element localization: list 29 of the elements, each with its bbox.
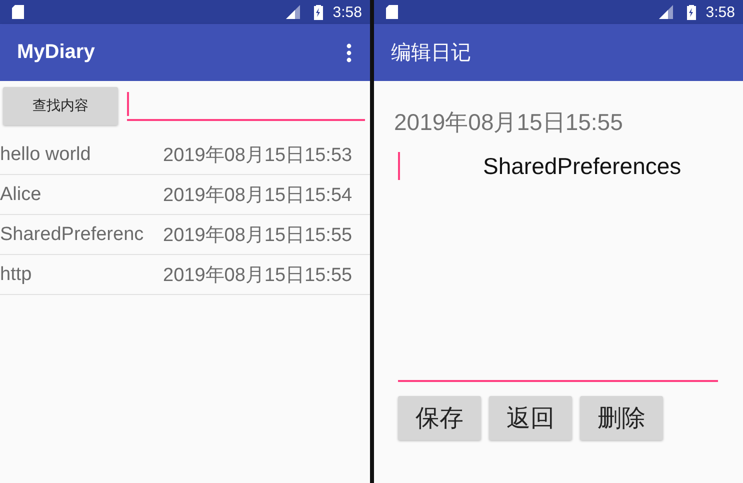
search-button[interactable]: 查找内容 (3, 87, 118, 125)
action-button[interactable]: 删除 (580, 396, 663, 440)
signal-icon (284, 4, 302, 20)
sd-card-icon (386, 5, 398, 19)
diary-content-field[interactable]: SharedPreferences (398, 152, 718, 382)
diary-title: Alice (0, 184, 42, 206)
diary-date: 2019年08月15日15:55 (394, 108, 624, 137)
diary-date: 2019年08月15日15:54 (163, 184, 352, 208)
status-time: 3:58 (332, 4, 362, 20)
signal-icon (656, 4, 675, 20)
diary-list-item[interactable]: http 2019年08月15日15:55 (0, 255, 370, 295)
diary-list-item[interactable]: SharedPreferenc 2019年08月15日15:55 (0, 215, 370, 255)
status-time: 3:58 (706, 4, 735, 20)
diary-date: 2019年08月15日15:55 (163, 264, 352, 288)
app-title: MyDiary (17, 41, 95, 64)
diary-date: 2019年08月15日15:53 (163, 144, 352, 168)
battery-charging-icon (686, 4, 696, 20)
action-button[interactable]: 保存 (398, 396, 481, 440)
diary-title: SharedPreferenc (0, 224, 145, 246)
more-options-icon[interactable] (346, 42, 352, 62)
app-title: 编辑日记 (391, 41, 471, 66)
sd-card-icon (12, 5, 24, 19)
diary-title: http (0, 264, 33, 286)
diary-list-item[interactable]: Alice 2019年08月15日15:54 (0, 175, 370, 215)
diary-title: hello world (0, 144, 92, 166)
diary-date: 2019年08月15日15:55 (163, 224, 352, 248)
diary-list-item[interactable]: hello world 2019年08月15日15:53 (0, 135, 370, 175)
battery-charging-icon (314, 4, 323, 20)
action-button[interactable]: 返回 (489, 396, 572, 440)
